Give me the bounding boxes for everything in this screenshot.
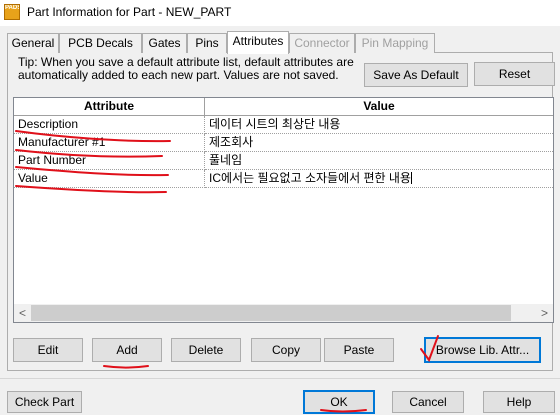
tab-gates[interactable]: Gates	[142, 33, 187, 53]
attribute-cell[interactable]: Part Number	[14, 152, 205, 170]
save-as-default-button[interactable]: Save As Default	[364, 63, 468, 87]
table-row[interactable]: Value IC에서는 필요없고 소자들에서 편한 내용	[14, 170, 553, 188]
attribute-grid[interactable]: Attribute Value Description 데이터 시트의 최상단 …	[13, 97, 554, 323]
table-row[interactable]: Manufacturer #1 제조회사	[14, 134, 553, 152]
attribute-cell[interactable]: Manufacturer #1	[14, 134, 205, 152]
value-edit-text[interactable]: IC에서는 필요없고 소자들에서 편한 내용	[209, 171, 411, 185]
scroll-thumb[interactable]	[31, 305, 511, 321]
table-row[interactable]: Part Number 풀네임	[14, 152, 553, 170]
tab-pcb-decals[interactable]: PCB Decals	[59, 33, 142, 53]
tab-pins[interactable]: Pins	[187, 33, 227, 53]
tab-attributes[interactable]: Attributes	[227, 31, 289, 54]
attribute-cell[interactable]: Value	[14, 170, 205, 188]
ok-button[interactable]: OK	[303, 390, 375, 414]
footer-divider	[0, 378, 560, 379]
title-bar: PADS Part Information for Part - NEW_PAR…	[0, 0, 560, 26]
scroll-left-arrow-icon[interactable]: <	[14, 304, 31, 322]
tab-connector: Connector	[289, 33, 355, 53]
help-button[interactable]: Help	[483, 391, 555, 413]
value-cell-editing[interactable]: IC에서는 필요없고 소자들에서 편한 내용	[205, 170, 553, 188]
paste-button[interactable]: Paste	[324, 338, 394, 362]
value-cell[interactable]: 데이터 시트의 최상단 내용	[205, 116, 553, 134]
column-header-value[interactable]: Value	[205, 98, 553, 116]
check-part-button[interactable]: Check Part	[7, 391, 82, 413]
text-caret	[410, 172, 412, 184]
copy-button[interactable]: Copy	[251, 338, 321, 362]
reset-button[interactable]: Reset	[474, 62, 555, 86]
cancel-button[interactable]: Cancel	[392, 391, 464, 413]
pads-app-icon: PADS	[4, 4, 20, 20]
edit-button[interactable]: Edit	[13, 338, 83, 362]
delete-button[interactable]: Delete	[171, 338, 241, 362]
browse-lib-attr-button[interactable]: Browse Lib. Attr...	[424, 337, 541, 363]
table-row[interactable]: Description 데이터 시트의 최상단 내용	[14, 116, 553, 134]
scroll-right-arrow-icon[interactable]: >	[536, 304, 553, 322]
value-cell[interactable]: 풀네임	[205, 152, 553, 170]
window-title: Part Information for Part - NEW_PART	[27, 5, 232, 19]
tip-text: Tip: When you save a default attribute l…	[18, 55, 354, 82]
tab-general[interactable]: General	[7, 33, 59, 53]
add-button[interactable]: Add	[92, 338, 162, 362]
value-cell[interactable]: 제조회사	[205, 134, 553, 152]
attribute-cell[interactable]: Description	[14, 116, 205, 134]
horizontal-scrollbar[interactable]: < >	[14, 304, 553, 322]
column-header-attribute[interactable]: Attribute	[14, 98, 205, 116]
tab-pin-mapping: Pin Mapping	[355, 33, 435, 53]
